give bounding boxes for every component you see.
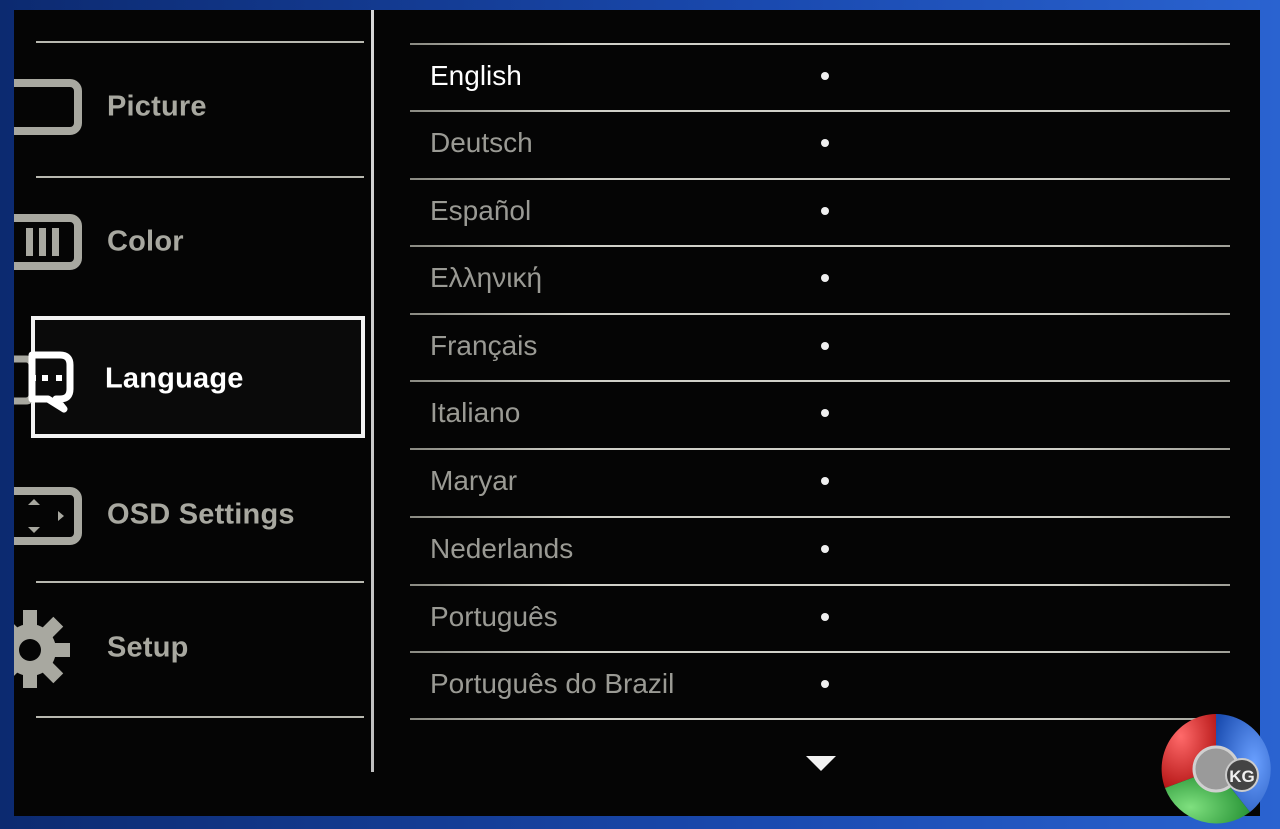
language-icon: [14, 351, 74, 413]
divider: [36, 716, 364, 718]
language-option-italiano[interactable]: Italiano: [410, 381, 1230, 445]
picture-icon: [14, 79, 82, 135]
language-option-english[interactable]: English: [410, 44, 1230, 108]
kg-logo-watermark: KG: [1161, 714, 1271, 824]
option-dot-icon: [821, 207, 829, 215]
language-name: Português do Brazil: [430, 668, 675, 699]
osd-settings-icon: [14, 487, 82, 545]
language-option-espanol[interactable]: Español: [410, 179, 1230, 243]
divider: [36, 176, 364, 178]
language-name: Nederlands: [430, 533, 574, 564]
language-name: Italiano: [430, 397, 521, 428]
language-option-greek[interactable]: Ελληνική: [410, 246, 1230, 310]
osd-menu-panel: Picture Color Language OSD Settings Setu…: [14, 10, 1260, 816]
color-icon: [14, 214, 82, 270]
option-dot-icon: [821, 680, 829, 688]
gear-icon: [14, 610, 70, 688]
language-list: English Deutsch Español Ελληνική Françai…: [410, 10, 1230, 816]
sidebar-item-label: Language: [105, 362, 244, 395]
language-name: Ελληνική: [430, 262, 543, 293]
language-name: Deutsch: [430, 127, 533, 158]
language-option-maryar[interactable]: Maryar: [410, 449, 1230, 513]
sidebar-item-label: OSD Settings: [107, 498, 295, 531]
column-divider: [371, 10, 374, 772]
divider: [36, 581, 364, 583]
option-dot-icon: [821, 139, 829, 147]
language-option-portugues-do-brazil[interactable]: Português do Brazil: [410, 652, 1230, 716]
sidebar: Picture Color Language OSD Settings Setu…: [14, 10, 374, 816]
sidebar-item-language[interactable]: Language: [14, 312, 365, 446]
language-name: Français: [430, 330, 538, 361]
divider: [36, 41, 364, 43]
option-dot-icon: [821, 274, 829, 282]
chevron-down-icon[interactable]: [806, 756, 836, 771]
option-dot-icon: [821, 545, 829, 553]
option-dot-icon: [821, 477, 829, 485]
language-name: Maryar: [430, 465, 518, 496]
language-option-francais[interactable]: Français: [410, 314, 1230, 378]
sidebar-item-osd-settings[interactable]: OSD Settings: [14, 455, 364, 575]
option-dot-icon: [821, 72, 829, 80]
option-dot-icon: [821, 342, 829, 350]
sidebar-item-label: Setup: [107, 631, 189, 664]
sidebar-item-color[interactable]: Color: [14, 182, 364, 302]
svg-text:KG: KG: [1229, 767, 1255, 786]
sidebar-item-label: Picture: [107, 90, 207, 123]
language-name: English: [430, 60, 522, 91]
option-dot-icon: [821, 613, 829, 621]
language-name: Español: [430, 195, 532, 226]
sidebar-item-setup[interactable]: Setup: [14, 588, 364, 708]
option-dot-icon: [821, 409, 829, 417]
sidebar-item-picture[interactable]: Picture: [14, 47, 364, 167]
language-option-nederlands[interactable]: Nederlands: [410, 517, 1230, 581]
divider: [410, 718, 1230, 720]
language-option-deutsch[interactable]: Deutsch: [410, 111, 1230, 175]
language-option-portugues[interactable]: Português: [410, 585, 1230, 649]
sidebar-item-label: Color: [107, 225, 184, 258]
language-name: Português: [430, 601, 558, 632]
